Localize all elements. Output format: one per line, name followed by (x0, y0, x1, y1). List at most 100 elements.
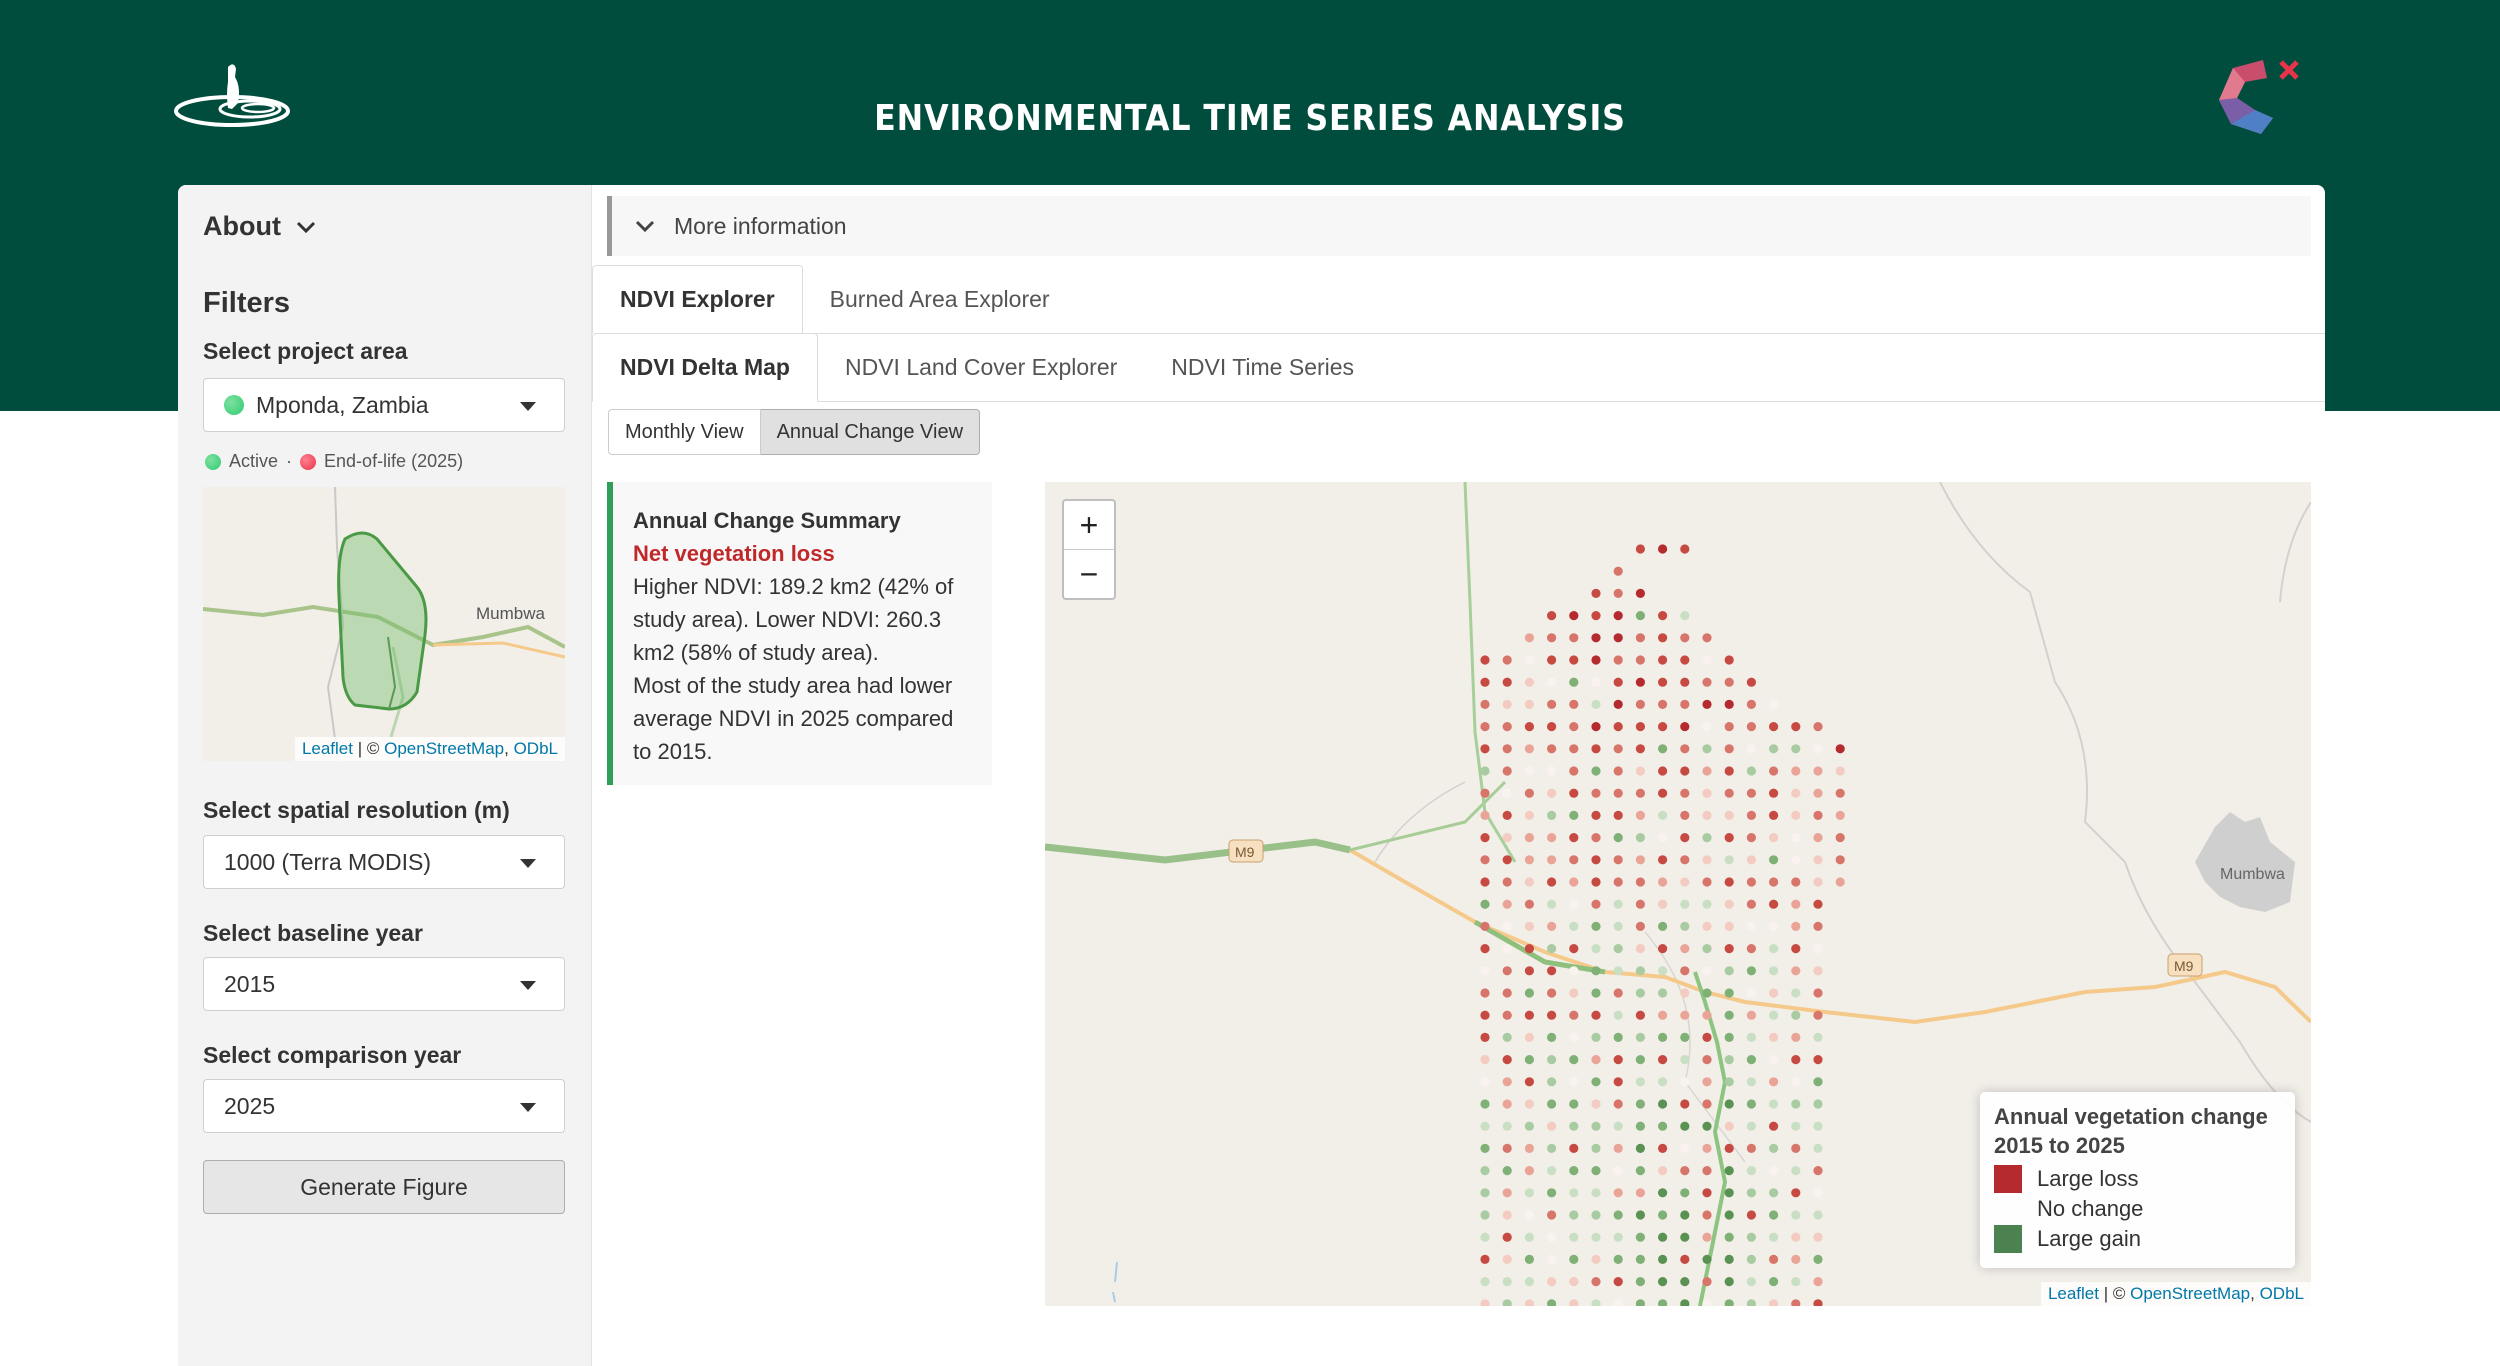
ndvi-cell-dot (1702, 899, 1712, 909)
zoom-out-button[interactable]: − (1064, 550, 1114, 598)
ndvi-cell-dot (1769, 1299, 1779, 1306)
ndvi-cell-dot (1724, 744, 1734, 754)
ndvi-cell-dot (1524, 1232, 1534, 1242)
osm-link[interactable]: OpenStreetMap (384, 739, 504, 758)
ndvi-cell-dot (1658, 877, 1668, 887)
resolution-select[interactable]: 1000 (Terra MODIS) (203, 835, 565, 889)
resolution-label: Select spatial resolution (m) (203, 797, 510, 823)
ndvi-cell-dot (1680, 944, 1690, 954)
ndvi-cell-dot (1480, 1232, 1490, 1242)
odbl-link[interactable]: ODbL (514, 739, 558, 758)
ndvi-cell-dot (1480, 944, 1490, 954)
ndvi-cell-dot (1524, 899, 1534, 909)
ndvi-cell-dot (1680, 1055, 1690, 1065)
legend-gain-label: Large gain (2037, 1226, 2141, 1251)
tab-ndvi-explorer[interactable]: NDVI Explorer (592, 265, 803, 334)
ndvi-cell-dot (1702, 1166, 1712, 1176)
ndvi-cell-dot (1746, 988, 1756, 998)
ndvi-cell-dot (1569, 1232, 1579, 1242)
ndvi-cell-dot (1791, 1166, 1801, 1176)
ndvi-cell-dot (1547, 1143, 1557, 1153)
ndvi-cell-dot (1547, 744, 1557, 754)
ndvi-cell-dot (1680, 544, 1690, 554)
ndvi-cell-dot (1724, 1143, 1734, 1153)
ndvi-cell-dot (1724, 766, 1734, 776)
project-minimap[interactable]: Mumbwa Leaflet | © OpenStreetMap, ODbL (203, 487, 565, 761)
ndvi-cell-dot (1769, 899, 1779, 909)
ndvi-cell-dot (1502, 1077, 1512, 1087)
ndvi-cell-dot (1635, 1210, 1645, 1220)
ndvi-cell-dot (1680, 1143, 1690, 1153)
ndvi-cell-dot (1813, 966, 1823, 976)
ndvi-cell-dot (1524, 1099, 1534, 1109)
ndvi-cell-dot (1502, 1055, 1512, 1065)
odbl-link[interactable]: ODbL (2260, 1284, 2304, 1303)
ndvi-cell-dot (1791, 1188, 1801, 1198)
ndvi-cell-dot (1591, 744, 1601, 754)
ndvi-cell-dot (1524, 921, 1534, 931)
tab-ndvi-time-series[interactable]: NDVI Time Series (1144, 333, 1381, 401)
ndvi-cell-dot (1613, 1299, 1623, 1306)
osm-link[interactable]: OpenStreetMap (2130, 1284, 2250, 1303)
ndvi-cell-dot (1746, 1143, 1756, 1153)
ndvi-cell-dot (1680, 699, 1690, 709)
ndvi-cell-dot (1791, 855, 1801, 865)
annual-change-view-button[interactable]: Annual Change View (760, 409, 981, 455)
ndvi-cell-dot (1635, 1254, 1645, 1264)
ndvi-cell-dot (1524, 633, 1534, 643)
ndvi-cell-dot (1702, 744, 1712, 754)
ndvi-delta-map[interactable]: Mumbwa M9 M9 + − Annual vegetation chang… (1045, 482, 2311, 1306)
ndvi-cell-dot (1635, 1143, 1645, 1153)
leaflet-link[interactable]: Leaflet (2048, 1284, 2099, 1303)
ndvi-cell-dot (1480, 921, 1490, 931)
ndvi-cell-dot (1635, 744, 1645, 754)
monthly-view-button[interactable]: Monthly View (608, 409, 761, 455)
status-legend: Active · End-of-life (2025) (205, 451, 463, 472)
ndvi-cell-dot (1547, 899, 1557, 909)
ndvi-cell-dot (1613, 1166, 1623, 1176)
project-area-select[interactable]: Mponda, Zambia (203, 378, 565, 432)
ndvi-cell-dot (1613, 833, 1623, 843)
ndvi-cell-dot (1480, 810, 1490, 820)
ndvi-cell-dot (1591, 944, 1601, 954)
about-toggle[interactable]: About (203, 211, 317, 242)
baseline-year-select[interactable]: 2015 (203, 957, 565, 1011)
ndvi-cell-dot (1635, 1166, 1645, 1176)
ndvi-cell-dot (1480, 899, 1490, 909)
ndvi-cell-dot (1547, 633, 1557, 643)
ndvi-cell-dot (1524, 810, 1534, 820)
ndvi-cell-dot (1591, 855, 1601, 865)
ndvi-cell-dot (1635, 699, 1645, 709)
ndvi-cell-dot (1480, 855, 1490, 865)
generate-figure-button[interactable]: Generate Figure (203, 1160, 565, 1214)
tab-ndvi-delta-map[interactable]: NDVI Delta Map (592, 333, 818, 402)
legend-swatch-gain (1994, 1225, 2022, 1253)
ndvi-cell-dot (1702, 1254, 1712, 1264)
ndvi-cell-dot (1658, 1254, 1668, 1264)
ndvi-cell-dot (1480, 1010, 1490, 1020)
leaflet-link[interactable]: Leaflet (302, 739, 353, 758)
ndvi-cell-dot (1791, 899, 1801, 909)
ndvi-cell-dot (1635, 1277, 1645, 1287)
ndvi-cell-dot (1702, 766, 1712, 776)
zoom-in-button[interactable]: + (1064, 501, 1114, 550)
ndvi-cell-dot (1480, 1077, 1490, 1087)
ndvi-cell-dot (1702, 1099, 1712, 1109)
ndvi-cell-dot (1680, 1010, 1690, 1020)
tab-burned-area-explorer[interactable]: Burned Area Explorer (803, 265, 1077, 333)
ndvi-cell-dot (1680, 722, 1690, 732)
sidebar: About Filters Select project area Mponda… (178, 185, 592, 1366)
road-label-m9-west: M9 (1235, 844, 1255, 860)
ndvi-cell-dot (1769, 1032, 1779, 1042)
ndvi-cell-dot (1680, 1277, 1690, 1287)
ndvi-cell-dot (1791, 1121, 1801, 1131)
legend-row-none: No change (1994, 1194, 2281, 1224)
comparison-year-select[interactable]: 2025 (203, 1079, 565, 1133)
ndvi-cell-dot (1613, 655, 1623, 665)
ndvi-cell-dot (1569, 988, 1579, 998)
ndvi-cell-dot (1791, 722, 1801, 732)
attrib-separator: | © (352, 739, 385, 758)
ndvi-cell-dot (1502, 1143, 1512, 1153)
tab-ndvi-land-cover-explorer[interactable]: NDVI Land Cover Explorer (818, 333, 1144, 401)
more-information-toggle[interactable]: More information (607, 196, 2311, 256)
